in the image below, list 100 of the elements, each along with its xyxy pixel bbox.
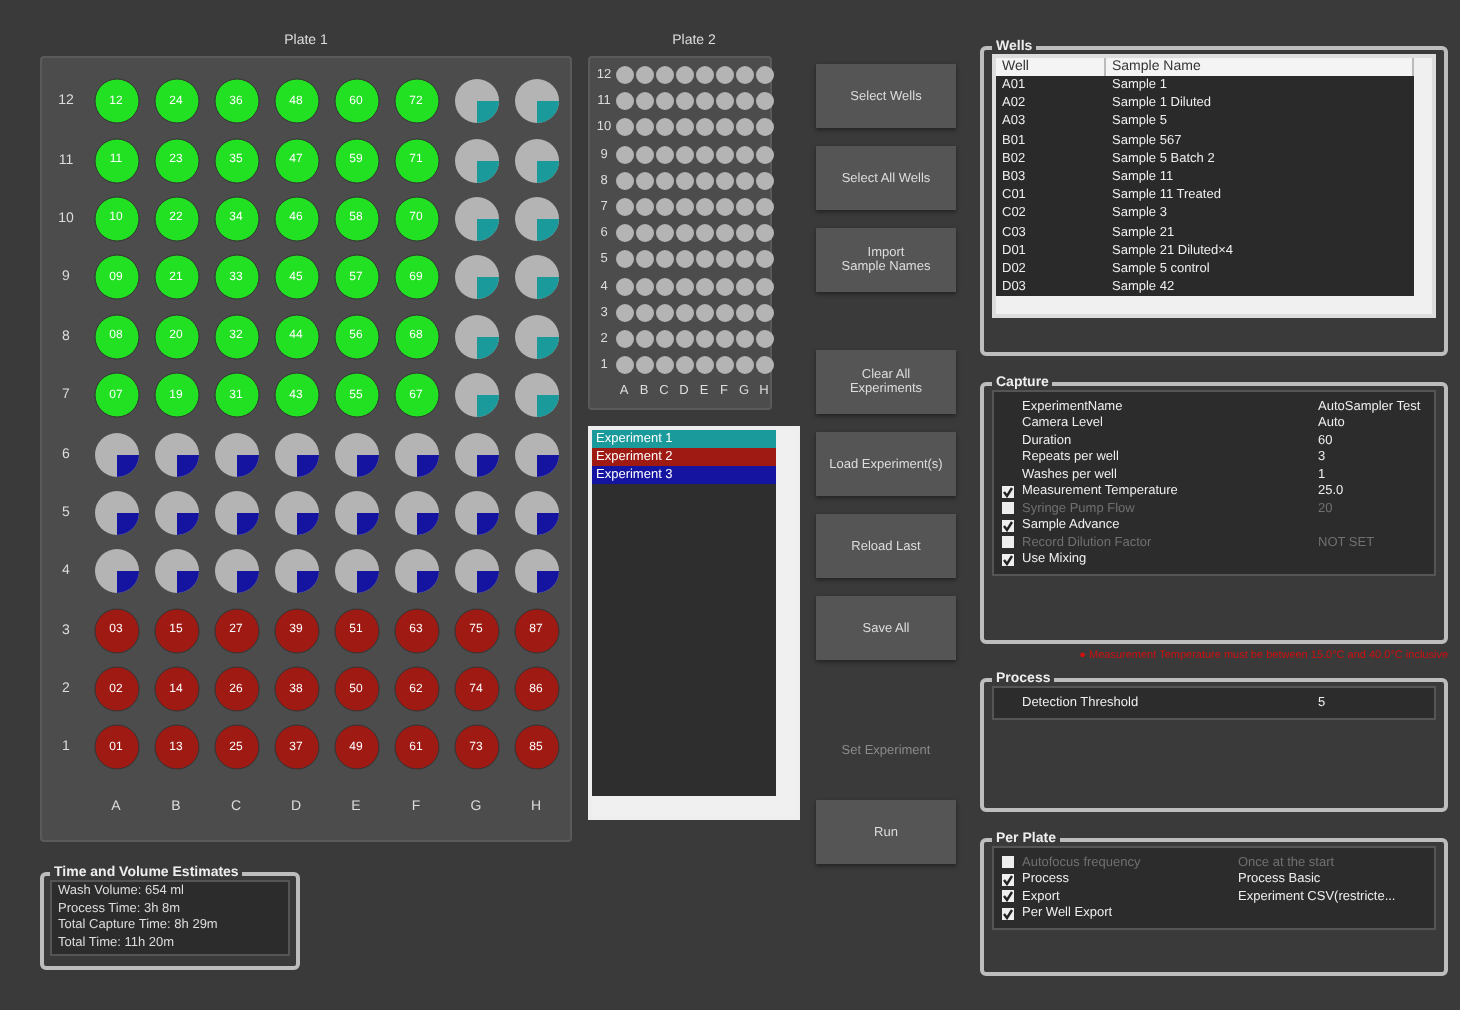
well[interactable] <box>513 607 559 654</box>
well[interactable] <box>213 548 259 595</box>
well[interactable] <box>93 548 139 595</box>
well[interactable] <box>393 372 439 419</box>
scrollbar[interactable] <box>776 430 796 797</box>
well[interactable] <box>453 78 499 125</box>
well[interactable] <box>453 548 499 595</box>
well[interactable] <box>153 78 199 125</box>
checkbox[interactable] <box>1002 519 1014 532</box>
well[interactable] <box>153 137 199 184</box>
well[interactable] <box>333 724 379 771</box>
well[interactable] <box>453 254 499 301</box>
checkmark-icon <box>1002 553 1014 566</box>
well[interactable] <box>453 489 499 536</box>
checkbox[interactable] <box>1002 553 1014 566</box>
well[interactable] <box>453 313 499 360</box>
well[interactable] <box>273 313 319 360</box>
well[interactable] <box>93 137 139 184</box>
well[interactable] <box>93 431 139 478</box>
scrollbar[interactable] <box>1414 58 1432 297</box>
well[interactable] <box>333 548 379 595</box>
well[interactable] <box>213 313 259 360</box>
well[interactable] <box>93 489 139 536</box>
well[interactable] <box>453 137 499 184</box>
well[interactable] <box>393 137 439 184</box>
well[interactable] <box>393 431 439 478</box>
well[interactable] <box>393 78 439 125</box>
well[interactable] <box>333 195 379 242</box>
well[interactable] <box>513 254 559 301</box>
well[interactable] <box>333 666 379 713</box>
well[interactable] <box>513 137 559 184</box>
well[interactable] <box>93 195 139 242</box>
well[interactable] <box>153 548 199 595</box>
well[interactable] <box>213 372 259 419</box>
well[interactable] <box>273 666 319 713</box>
well[interactable] <box>213 666 259 713</box>
well[interactable] <box>93 372 139 419</box>
well[interactable] <box>213 431 259 478</box>
well[interactable] <box>513 313 559 360</box>
well[interactable] <box>273 254 319 301</box>
well[interactable] <box>513 78 559 125</box>
well[interactable] <box>93 313 139 360</box>
well[interactable] <box>513 724 559 771</box>
well[interactable] <box>393 666 439 713</box>
well[interactable] <box>513 431 559 478</box>
well[interactable] <box>273 548 319 595</box>
scrollbar[interactable] <box>592 796 796 817</box>
well[interactable] <box>333 313 379 360</box>
well[interactable] <box>333 254 379 301</box>
well[interactable] <box>333 137 379 184</box>
checkmark-icon <box>1002 485 1014 498</box>
well[interactable] <box>453 195 499 242</box>
well[interactable] <box>153 195 199 242</box>
well[interactable] <box>393 313 439 360</box>
well[interactable] <box>153 489 199 536</box>
well[interactable] <box>333 431 379 478</box>
scrollbar[interactable] <box>996 296 1432 315</box>
checkbox[interactable] <box>1002 907 1014 920</box>
well[interactable] <box>93 666 139 713</box>
well[interactable] <box>153 313 199 360</box>
well[interactable] <box>153 254 199 301</box>
well[interactable] <box>153 607 199 654</box>
well[interactable] <box>393 254 439 301</box>
well[interactable] <box>153 431 199 478</box>
checkbox[interactable] <box>1002 873 1014 886</box>
well[interactable] <box>93 254 139 301</box>
well[interactable] <box>213 724 259 771</box>
well[interactable] <box>213 254 259 301</box>
well[interactable] <box>513 666 559 713</box>
well[interactable] <box>513 372 559 419</box>
well[interactable] <box>273 78 319 125</box>
well[interactable] <box>513 548 559 595</box>
checkbox[interactable] <box>1002 485 1014 498</box>
well[interactable] <box>393 489 439 536</box>
well[interactable] <box>273 607 319 654</box>
well[interactable] <box>213 137 259 184</box>
well[interactable] <box>93 607 139 654</box>
checkbox[interactable] <box>1002 890 1014 903</box>
well[interactable] <box>333 372 379 419</box>
well[interactable] <box>393 195 439 242</box>
well[interactable] <box>333 489 379 536</box>
well[interactable] <box>153 372 199 419</box>
well[interactable] <box>333 78 379 125</box>
well[interactable] <box>93 78 139 125</box>
well[interactable] <box>273 137 319 184</box>
well[interactable] <box>273 372 319 419</box>
well[interactable] <box>273 489 319 536</box>
checkmark-icon <box>1002 519 1014 532</box>
well[interactable] <box>153 724 199 771</box>
well[interactable] <box>273 431 319 478</box>
well[interactable] <box>213 489 259 536</box>
well[interactable] <box>513 195 559 242</box>
well[interactable] <box>453 372 499 419</box>
well[interactable] <box>213 78 259 125</box>
well[interactable] <box>393 548 439 595</box>
well[interactable] <box>213 195 259 242</box>
well[interactable] <box>273 195 319 242</box>
well[interactable] <box>393 607 439 654</box>
well[interactable] <box>453 431 499 478</box>
well[interactable] <box>513 489 559 536</box>
